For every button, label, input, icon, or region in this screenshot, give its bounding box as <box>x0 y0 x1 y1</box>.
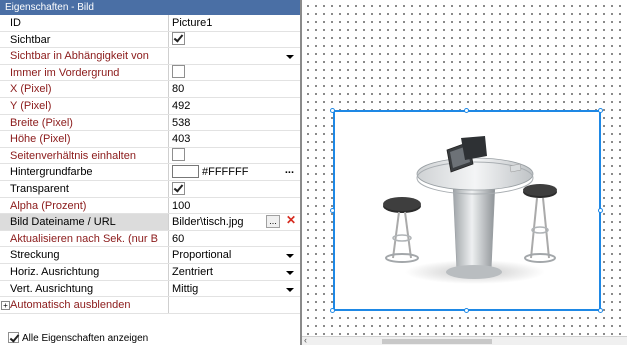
vordergrund-checkbox[interactable] <box>172 65 185 79</box>
expand-plus-icon[interactable]: + <box>1 301 10 311</box>
prop-name: Sichtbar in Abhängigkeit von <box>10 50 149 63</box>
file-value: Bilder\tisch.jpg <box>172 216 244 229</box>
color-value: #FFFFFF <box>202 166 249 179</box>
prop-value[interactable] <box>168 297 300 313</box>
row-hintergrundfarbe[interactable]: Hintergrundfarbe #FFFFFF... <box>0 164 300 181</box>
row-alpha[interactable]: Alpha (Prozent) 100 <box>0 197 300 215</box>
browse-button[interactable]: ... <box>266 215 280 229</box>
row-bild-dateiname[interactable]: Bild Dateiname / URL Bilder\tisch.jpg...… <box>0 214 300 231</box>
transparent-checkbox[interactable] <box>172 181 185 195</box>
resize-handle-ml[interactable] <box>330 208 335 213</box>
scrollbar-thumb[interactable] <box>382 339 492 344</box>
row-seitenverhaeltnis[interactable]: Seitenverhältnis einhalten <box>0 147 300 165</box>
resize-handle-bm[interactable] <box>464 308 469 313</box>
row-automatisch[interactable]: + Automatisch ausblenden <box>0 297 300 314</box>
prop-name: Höhe (Pixel) <box>10 133 71 146</box>
properties-panel: Eigenschaften - Bild ID Picture1 Sichtba… <box>0 0 302 345</box>
row-sichtbar-abhaengig[interactable]: Sichtbar in Abhängigkeit von <box>0 48 300 65</box>
prop-name: Immer im Vordergrund <box>10 66 120 79</box>
prop-name: X (Pixel) <box>10 83 52 96</box>
prop-value[interactable]: 538 <box>168 114 300 131</box>
prop-value[interactable]: 80 <box>168 81 300 97</box>
scroll-left-arrow-icon[interactable]: ‹ <box>304 335 307 345</box>
panel-title: Eigenschaften - Bild <box>0 0 300 15</box>
dropdown-arrow-icon[interactable] <box>286 254 294 259</box>
prop-value[interactable]: 100 <box>168 197 300 214</box>
row-sichtbar[interactable]: Sichtbar <box>0 31 300 49</box>
resize-handle-mr[interactable] <box>598 208 603 213</box>
prop-name: Transparent <box>10 182 69 195</box>
prop-name: Horiz. Ausrichtung <box>10 265 100 278</box>
ellipsis-icon[interactable]: ... <box>285 164 294 178</box>
horizontal-scrollbar[interactable]: ‹ <box>302 335 627 345</box>
prop-name: Bild Dateiname / URL <box>10 216 116 229</box>
show-all-properties[interactable]: Alle Eigenschaften anzeigen <box>8 331 149 345</box>
resize-handle-bl[interactable] <box>330 308 335 313</box>
prop-name: Breite (Pixel) <box>10 116 73 129</box>
prop-name: ID <box>10 17 21 29</box>
prop-name: Seitenverhältnis einhalten <box>10 149 136 162</box>
dropdown-arrow-icon[interactable] <box>286 55 294 60</box>
dropdown-arrow-icon[interactable] <box>286 287 294 292</box>
prop-name: Streckung <box>10 249 60 262</box>
row-y[interactable]: Y (Pixel) 492 <box>0 97 300 115</box>
row-hoehe[interactable]: Höhe (Pixel) 403 <box>0 131 300 148</box>
row-breite[interactable]: Breite (Pixel) 538 <box>0 114 300 132</box>
prop-name: Aktualisieren nach Sek. (nur B <box>10 232 158 245</box>
show-all-checkbox[interactable] <box>8 331 19 343</box>
row-id[interactable]: ID Picture1 <box>0 15 300 32</box>
dropdown-arrow-icon[interactable] <box>286 270 294 275</box>
resize-handle-tr[interactable] <box>598 108 603 113</box>
row-streckung[interactable]: Streckung Proportional <box>0 247 300 264</box>
sichtbar-checkbox[interactable] <box>172 32 185 46</box>
picture-element[interactable] <box>333 110 601 311</box>
row-horiz[interactable]: Horiz. Ausrichtung Zentriert <box>0 263 300 281</box>
row-vert[interactable]: Vert. Ausrichtung Mittig <box>0 280 300 298</box>
prop-value[interactable]: 492 <box>168 97 300 114</box>
prop-name: Sichtbar <box>10 33 51 46</box>
prop-value[interactable]: Picture1 <box>168 15 300 31</box>
resize-handle-tm[interactable] <box>464 108 469 113</box>
resize-handle-br[interactable] <box>598 308 603 313</box>
prop-name: Vert. Ausrichtung <box>10 282 94 295</box>
prop-value[interactable]: 60 <box>168 230 300 247</box>
table-with-stools-image <box>383 136 557 284</box>
delete-x-icon[interactable]: ✕ <box>284 214 298 228</box>
row-transparent[interactable]: Transparent <box>0 180 300 198</box>
show-all-label: Alle Eigenschaften anzeigen <box>22 333 149 344</box>
color-swatch[interactable] <box>172 164 199 178</box>
seitenverhaeltnis-checkbox[interactable] <box>172 148 185 162</box>
row-vordergrund[interactable]: Immer im Vordergrund <box>0 64 300 82</box>
prop-name: Alpha (Prozent) <box>10 199 87 212</box>
row-aktualisieren[interactable]: Aktualisieren nach Sek. (nur B 60 <box>0 230 300 248</box>
prop-value[interactable]: 403 <box>168 131 300 147</box>
prop-name: Automatisch ausblenden <box>10 299 131 312</box>
resize-handle-tl[interactable] <box>330 108 335 113</box>
row-x[interactable]: X (Pixel) 80 <box>0 81 300 98</box>
prop-name: Y (Pixel) <box>10 99 52 112</box>
property-grid: ID Picture1 Sichtbar Sichtbar in Abhängi… <box>0 15 300 314</box>
prop-name: Hintergrundfarbe <box>10 166 93 179</box>
